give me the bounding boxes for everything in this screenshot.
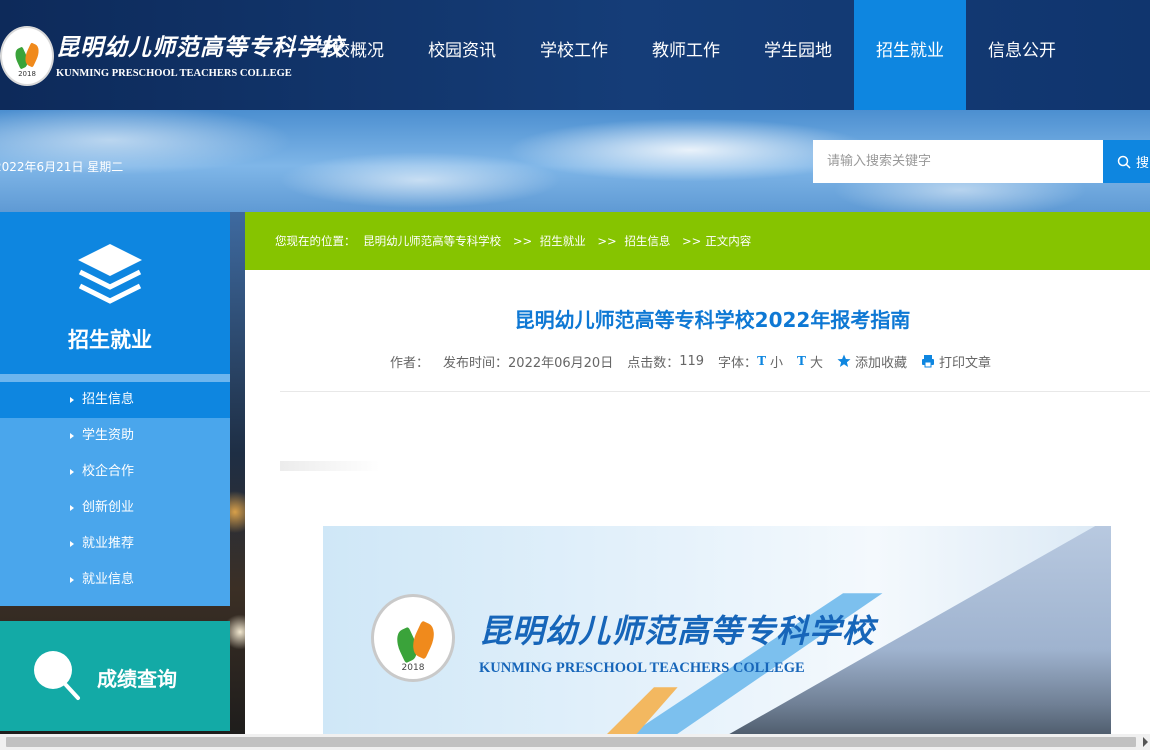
sidebar-item-student-aid[interactable]: 学生资助	[0, 418, 230, 454]
nav-item-school-overview[interactable]: 学校概况	[294, 0, 406, 110]
font-small-button[interactable]: 小	[770, 352, 783, 371]
current-date: 2022年6月21日 星期二	[0, 160, 124, 174]
breadcrumb-current: 正文内容	[705, 234, 752, 248]
nav-item-info-disclosure[interactable]: 信息公开	[966, 0, 1078, 110]
add-favorite-button[interactable]: 添加收藏	[855, 352, 907, 371]
nav-item-student-garden[interactable]: 学生园地	[742, 0, 854, 110]
sidebar-title: 招生就业	[68, 328, 152, 352]
sidebar-item-job-recommend[interactable]: 就业推荐	[0, 526, 230, 562]
font-small-icon: T	[757, 354, 766, 368]
sidebar-item-job-info[interactable]: 就业信息	[0, 562, 230, 598]
sidebar-item-innovation[interactable]: 创新创业	[0, 490, 230, 526]
nav-item-teacher-work[interactable]: 教师工作	[630, 0, 742, 110]
meta-divider	[280, 391, 1150, 392]
publish-label: 发布时间：	[443, 355, 509, 371]
font-large-icon: T	[797, 354, 806, 368]
font-large-button[interactable]: 大	[810, 352, 823, 371]
sidebar-item-school-enterprise[interactable]: 校企合作	[0, 454, 230, 490]
print-article-button[interactable]: 打印文章	[939, 352, 991, 371]
college-logo[interactable]: 2018 昆明幼儿师范高等专科学校 KUNMING PRESCHOOL TEAC…	[0, 22, 343, 88]
horizontal-scrollbar[interactable]	[0, 734, 1150, 750]
article-image-shadow	[280, 461, 380, 471]
breadcrumb-link-home[interactable]: 昆明幼儿师范高等专科学校	[363, 234, 501, 248]
poster-english-name: KUNMING PRESCHOOL TEACHERS COLLEGE	[479, 660, 805, 676]
nav-item-admissions-employment[interactable]: 招生就业	[854, 0, 966, 110]
breadcrumb-link-admission-info[interactable]: 招生信息	[624, 234, 670, 248]
college-seal-icon: 2018	[0, 26, 54, 86]
nav-item-school-work[interactable]: 学校工作	[518, 0, 630, 110]
sidebar-menu: 招生信息 学生资助 校企合作 创新创业 就业推荐 就业信息	[0, 382, 230, 606]
sky-banner: 2022年6月21日 星期二 搜	[0, 110, 1150, 212]
magnifier-icon	[34, 651, 80, 700]
logo-english-name: KUNMING PRESCHOOL TEACHERS COLLEGE	[56, 68, 292, 79]
hits-count: 119	[679, 353, 705, 369]
breadcrumb: 您现在的位置： 昆明幼儿师范高等专科学校 >> 招生就业 >> 招生信息 >> 正…	[245, 212, 1150, 270]
breadcrumb-separator: >>	[512, 234, 533, 248]
publish-date: 2022年06月20日	[508, 355, 614, 371]
breadcrumb-separator: >>	[682, 234, 702, 248]
main-nav: 学校概况 校园资讯 学校工作 教师工作 学生园地 招生就业 信息公开	[294, 0, 1078, 110]
score-query-label: 成绩查询	[97, 667, 177, 691]
article-poster-image: 2018 昆明幼儿师范高等专科学校 KUNMING PRESCHOOL TEAC…	[323, 526, 1111, 750]
seal-year: 2018	[18, 70, 36, 78]
scrollbar-thumb[interactable]	[6, 737, 1136, 747]
author-label: 作者：	[390, 355, 430, 371]
star-icon	[837, 354, 851, 367]
poster-seal-icon: 2018	[371, 594, 455, 682]
breadcrumb-prefix: 您现在的位置：	[275, 234, 356, 248]
search-button-label: 搜	[1136, 156, 1150, 171]
main-content: 您现在的位置： 昆明幼儿师范高等专科学校 >> 招生就业 >> 招生信息 >> 正…	[245, 212, 1150, 750]
sidebar-header: 招生就业	[0, 212, 230, 374]
search-icon	[1117, 155, 1131, 169]
score-query-button[interactable]: 成绩查询	[0, 621, 230, 731]
hits-label: 点击数：	[627, 355, 680, 371]
scroll-right-arrow-icon[interactable]	[1143, 737, 1148, 747]
printer-icon	[921, 355, 934, 368]
search-input[interactable]	[813, 140, 1103, 183]
sidebar-divider	[0, 374, 230, 382]
font-size-label: 字体：	[718, 355, 758, 371]
poster-chinese-name: 昆明幼儿师范高等专科学校	[479, 612, 876, 650]
site-header: 2018 昆明幼儿师范高等专科学校 KUNMING PRESCHOOL TEAC…	[0, 0, 1150, 110]
search-button[interactable]: 搜	[1103, 140, 1150, 183]
nav-item-campus-news[interactable]: 校园资讯	[406, 0, 518, 110]
article-meta: 作者： 发布时间： 2022年06月20日 点击数： 119 字体： T 小 T…	[390, 352, 991, 371]
breadcrumb-separator: >>	[597, 234, 617, 248]
breadcrumb-link-admissions[interactable]: 招生就业	[540, 234, 586, 248]
layers-icon	[78, 244, 142, 304]
poster-seal-year: 2018	[401, 663, 425, 673]
article-title: 昆明幼儿师范高等专科学校2022年报考指南	[514, 308, 911, 332]
sidebar-item-admission-info[interactable]: 招生信息	[0, 382, 230, 418]
